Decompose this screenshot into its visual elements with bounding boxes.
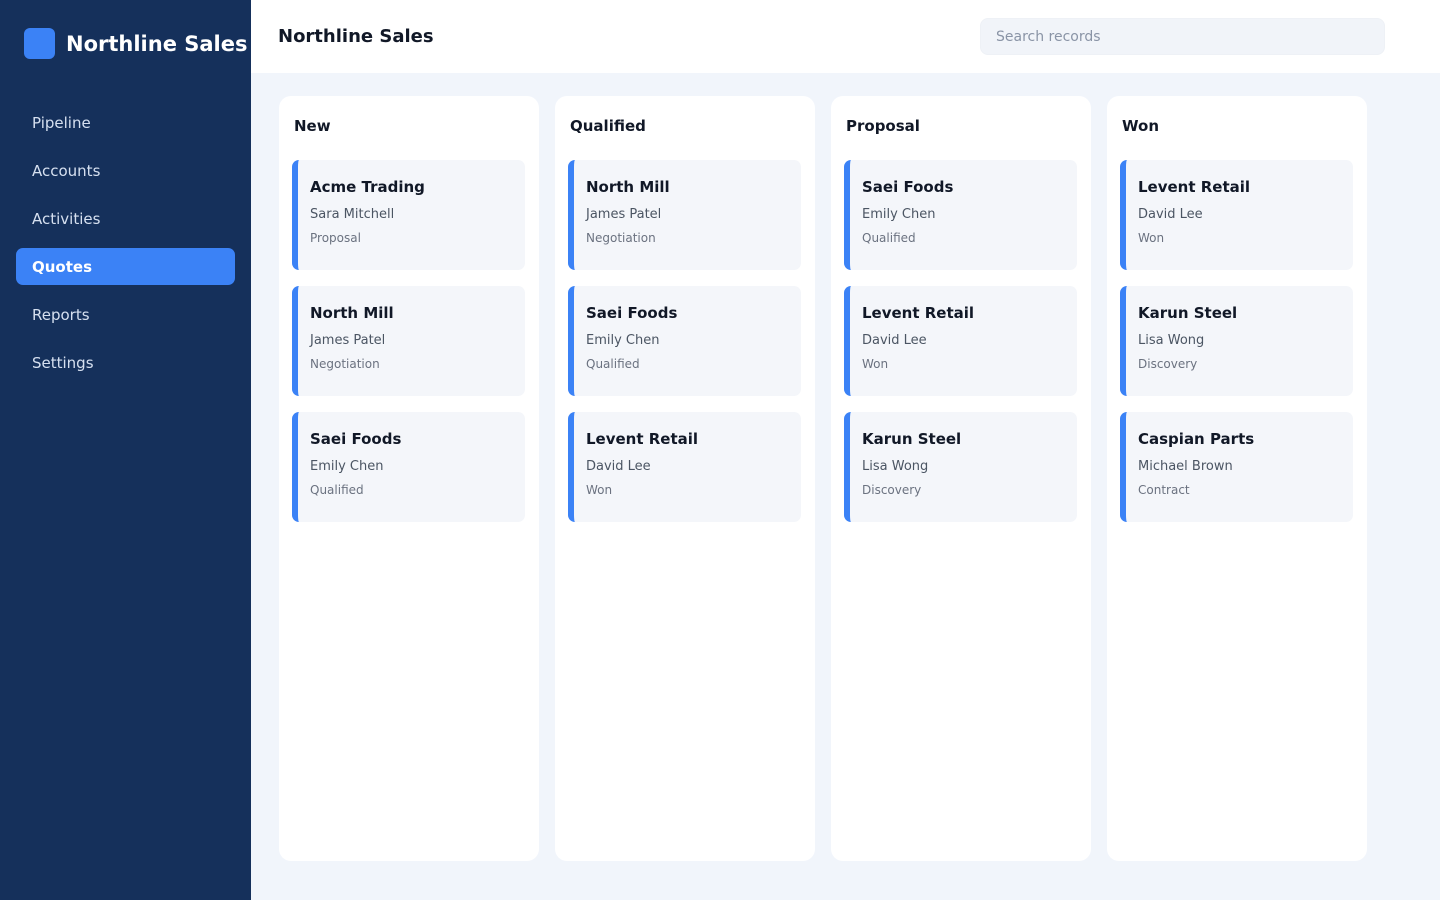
card-list: Levent Retail David Lee Won Karun Steel … [1120,160,1353,538]
deal-card[interactable]: Saei Foods Emily Chen Qualified [844,160,1077,270]
card-stage: Discovery [1138,357,1198,371]
card-contact: Lisa Wong [862,459,929,474]
board-column-won: Won Levent Retail David Lee Won Karun St… [1107,96,1367,861]
deal-card[interactable]: North Mill James Patel Negotiation [292,286,525,396]
deal-card[interactable]: Caspian Parts Michael Brown Contract [1120,412,1353,522]
card-company: Saei Foods [862,178,954,196]
card-company: Saei Foods [310,430,402,448]
card-company: Karun Steel [862,430,962,448]
sidebar-item-accounts[interactable]: Accounts [16,152,235,189]
card-company: North Mill [586,178,670,196]
card-contact: Sara Mitchell [310,207,395,222]
card-contact: Lisa Wong [1138,333,1205,348]
app-window: Northline Sales Pipeline Accounts Activi… [0,0,1440,900]
kanban-board: New Acme Trading Sara Mitchell Proposal … [279,96,1367,861]
card-list: Acme Trading Sara Mitchell Proposal Nort… [292,160,525,538]
card-stage: Qualified [310,483,364,497]
sidebar-item-quotes[interactable]: Quotes [16,248,235,285]
card-stage: Negotiation [586,231,656,245]
card-stage: Discovery [862,483,922,497]
sidebar-item-settings[interactable]: Settings [16,344,235,381]
sidebar-nav: Pipeline Accounts Activities Quotes Repo… [16,104,235,392]
column-title: New [294,117,331,135]
deal-card[interactable]: Saei Foods Emily Chen Qualified [568,286,801,396]
card-stage: Won [862,357,889,371]
card-list: North Mill James Patel Negotiation Saei … [568,160,801,538]
board-column-new: New Acme Trading Sara Mitchell Proposal … [279,96,539,861]
card-contact: David Lee [586,459,651,474]
board-column-proposal: Proposal Saei Foods Emily Chen Qualified… [831,96,1091,861]
card-company: Saei Foods [586,304,678,322]
sidebar-item-reports[interactable]: Reports [16,296,235,333]
card-stage: Won [586,483,613,497]
deal-card[interactable]: North Mill James Patel Negotiation [568,160,801,270]
sidebar-item-activities[interactable]: Activities [16,200,235,237]
search-input[interactable] [980,18,1385,55]
brand[interactable]: Northline Sales [24,28,247,59]
card-company: North Mill [310,304,394,322]
logo-icon [24,28,55,59]
card-contact: James Patel [310,333,386,348]
deal-card[interactable]: Saei Foods Emily Chen Qualified [292,412,525,522]
card-stage: Proposal [310,231,361,245]
column-title: Qualified [570,117,646,135]
top-header: Northline Sales [251,0,1440,73]
card-company: Levent Retail [586,430,699,448]
card-contact: David Lee [1138,207,1203,222]
page-title: Northline Sales [278,26,434,47]
card-contact: Emily Chen [310,459,384,474]
card-list: Saei Foods Emily Chen Qualified Levent R… [844,160,1077,538]
card-company: Karun Steel [1138,304,1238,322]
card-contact: James Patel [586,207,662,222]
deal-card[interactable]: Karun Steel Lisa Wong Discovery [844,412,1077,522]
card-stage: Qualified [586,357,640,371]
card-contact: Emily Chen [862,207,936,222]
column-title: Proposal [846,117,920,135]
board-column-qualified: Qualified North Mill James Patel Negotia… [555,96,815,861]
deal-card[interactable]: Levent Retail David Lee Won [1120,160,1353,270]
deal-card[interactable]: Karun Steel Lisa Wong Discovery [1120,286,1353,396]
brand-name: Northline Sales [66,31,248,56]
card-company: Levent Retail [862,304,975,322]
deal-card[interactable]: Levent Retail David Lee Won [568,412,801,522]
card-contact: David Lee [862,333,927,348]
card-stage: Won [1138,231,1165,245]
sidebar-item-pipeline[interactable]: Pipeline [16,104,235,141]
card-stage: Qualified [862,231,916,245]
deal-card[interactable]: Acme Trading Sara Mitchell Proposal [292,160,525,270]
card-stage: Negotiation [310,357,380,371]
deal-card[interactable]: Levent Retail David Lee Won [844,286,1077,396]
card-company: Levent Retail [1138,178,1251,196]
card-contact: Emily Chen [586,333,660,348]
card-company: Acme Trading [310,178,425,196]
sidebar: Northline Sales Pipeline Accounts Activi… [0,0,251,900]
column-title: Won [1122,117,1159,135]
card-stage: Contract [1138,483,1190,497]
card-company: Caspian Parts [1138,430,1255,448]
card-contact: Michael Brown [1138,459,1233,474]
